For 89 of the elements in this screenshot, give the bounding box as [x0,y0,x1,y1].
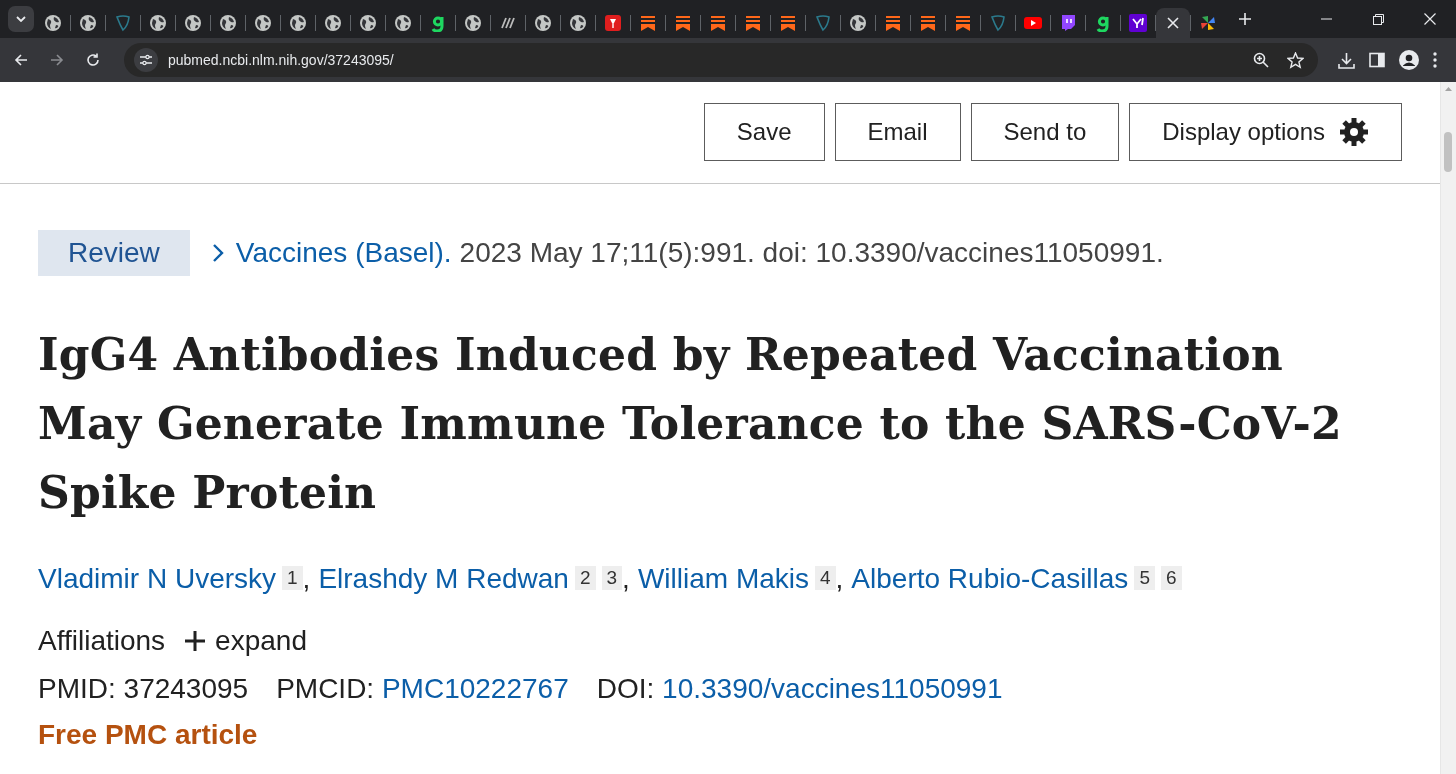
globe-icon [394,14,412,32]
chat-icon [1059,14,1077,32]
settings-icon [1339,117,1369,147]
chevron-right-icon[interactable] [211,243,224,263]
play-icon [1024,14,1042,32]
display-options-button[interactable]: Display options [1129,103,1402,161]
author-link[interactable]: Vladimir N Uversky [38,563,277,595]
shield-icon [989,14,1007,32]
bookmark-icon [709,14,727,32]
globe-icon [569,14,587,32]
reload-icon [86,53,100,67]
plus-icon [1239,13,1251,25]
action-button[interactable]: Email [834,103,961,161]
sliders-icon [139,54,153,66]
globe-icon [849,14,867,32]
globe-icon [79,14,97,32]
menu-icon[interactable] [1433,52,1437,68]
torch-icon [604,14,622,32]
globe-icon [324,14,342,32]
affiliation-number[interactable]: 3 [601,566,623,590]
y-logo-icon [1129,14,1147,32]
bookmark-icon [744,14,762,32]
star-icon[interactable] [1287,51,1304,69]
identifier-link[interactable]: PMC10222767 [381,673,569,704]
identifier-label: PMID: [38,673,116,704]
side-panel-icon[interactable] [1369,52,1385,68]
close-icon [1167,17,1179,29]
globe-icon [359,14,377,32]
forward-arrow-icon [50,53,64,67]
site-info-button[interactable] [134,48,158,72]
shield-icon [114,14,132,32]
plus-icon [185,631,206,651]
zoom-icon[interactable] [1253,52,1269,68]
chevron-down-icon [16,16,26,22]
publication-type-badge: Review [38,230,190,276]
globe-icon [534,14,552,32]
author-link[interactable]: Elrashdy M Redwan [318,563,569,595]
globe-icon [184,14,202,32]
globe-icon [149,14,167,32]
new-tab-button[interactable] [1239,13,1251,25]
scrollbar[interactable] [1440,82,1456,774]
minimize-icon [1320,18,1332,20]
bookmark-icon [639,14,657,32]
bookmark-icon [674,14,692,32]
action-button[interactable]: Send to [970,103,1120,161]
author-link[interactable]: Alberto Rubio-Casillas [851,563,1129,595]
tab-search-button[interactable] [8,6,34,32]
globe-icon [464,14,482,32]
citation-text: 2023 May 17;11(5):991. doi: 10.3390/vaccines11050991. [459,237,1164,269]
affiliation-number[interactable]: 2 [574,566,596,590]
author-link[interactable]: William Makis [637,563,809,595]
back-arrow-icon [14,53,28,67]
restore-icon [1372,13,1384,25]
identifier-label: PMCID: [276,673,375,704]
bookmark-icon [884,14,902,32]
pinwheel-icon [1199,14,1217,32]
affiliations-label: Affiliations [38,625,166,657]
journal-link[interactable]: Vaccines (Basel). [235,237,452,269]
identifier-label: DOI: [596,673,655,704]
globe-icon [44,14,62,32]
globe-icon [254,14,272,32]
article-title: IgG4 Antibodies Induced by Repeated Vaccination May Generate Immune Tolerance to the SARS-CoV-2 Spike Protein [38,328,1343,520]
hook-icon [429,14,447,32]
globe-icon [219,14,237,32]
bookmark-icon [954,14,972,32]
browser-tab[interactable] [1156,8,1190,38]
affiliation-number[interactable]: 5 [1134,566,1155,590]
address-bar[interactable]: pubmed.ncbi.nlm.nih.gov/37243095/ [124,43,1318,77]
action-button[interactable]: Save [703,103,825,161]
close-icon [1424,13,1436,25]
bookmark-icon [919,14,937,32]
affiliation-number[interactable]: 6 [1160,566,1182,590]
scrollbar-thumb[interactable] [1444,132,1452,172]
bookmark-icon [779,14,797,32]
identifier-link[interactable]: 10.3390/vaccines11050991 [662,673,1003,704]
identifier-value: 37243095 [123,673,249,704]
hook-icon [1094,14,1112,32]
comma-separator: , [622,563,630,595]
affiliation-number[interactable]: 1 [282,566,303,590]
shield-icon [814,14,832,32]
affiliation-number[interactable]: 4 [815,566,836,590]
globe-icon [289,14,307,32]
expand-toggle[interactable]: expand [185,625,307,657]
free-article-label: Free PMC article [38,719,258,751]
comma-separator: , [302,563,311,595]
comma-separator: , [835,563,844,595]
download-icon[interactable] [1338,51,1355,69]
url-text: pubmed.ncbi.nlm.nih.gov/37243095/ [168,52,395,68]
profile-icon[interactable] [1399,50,1419,70]
